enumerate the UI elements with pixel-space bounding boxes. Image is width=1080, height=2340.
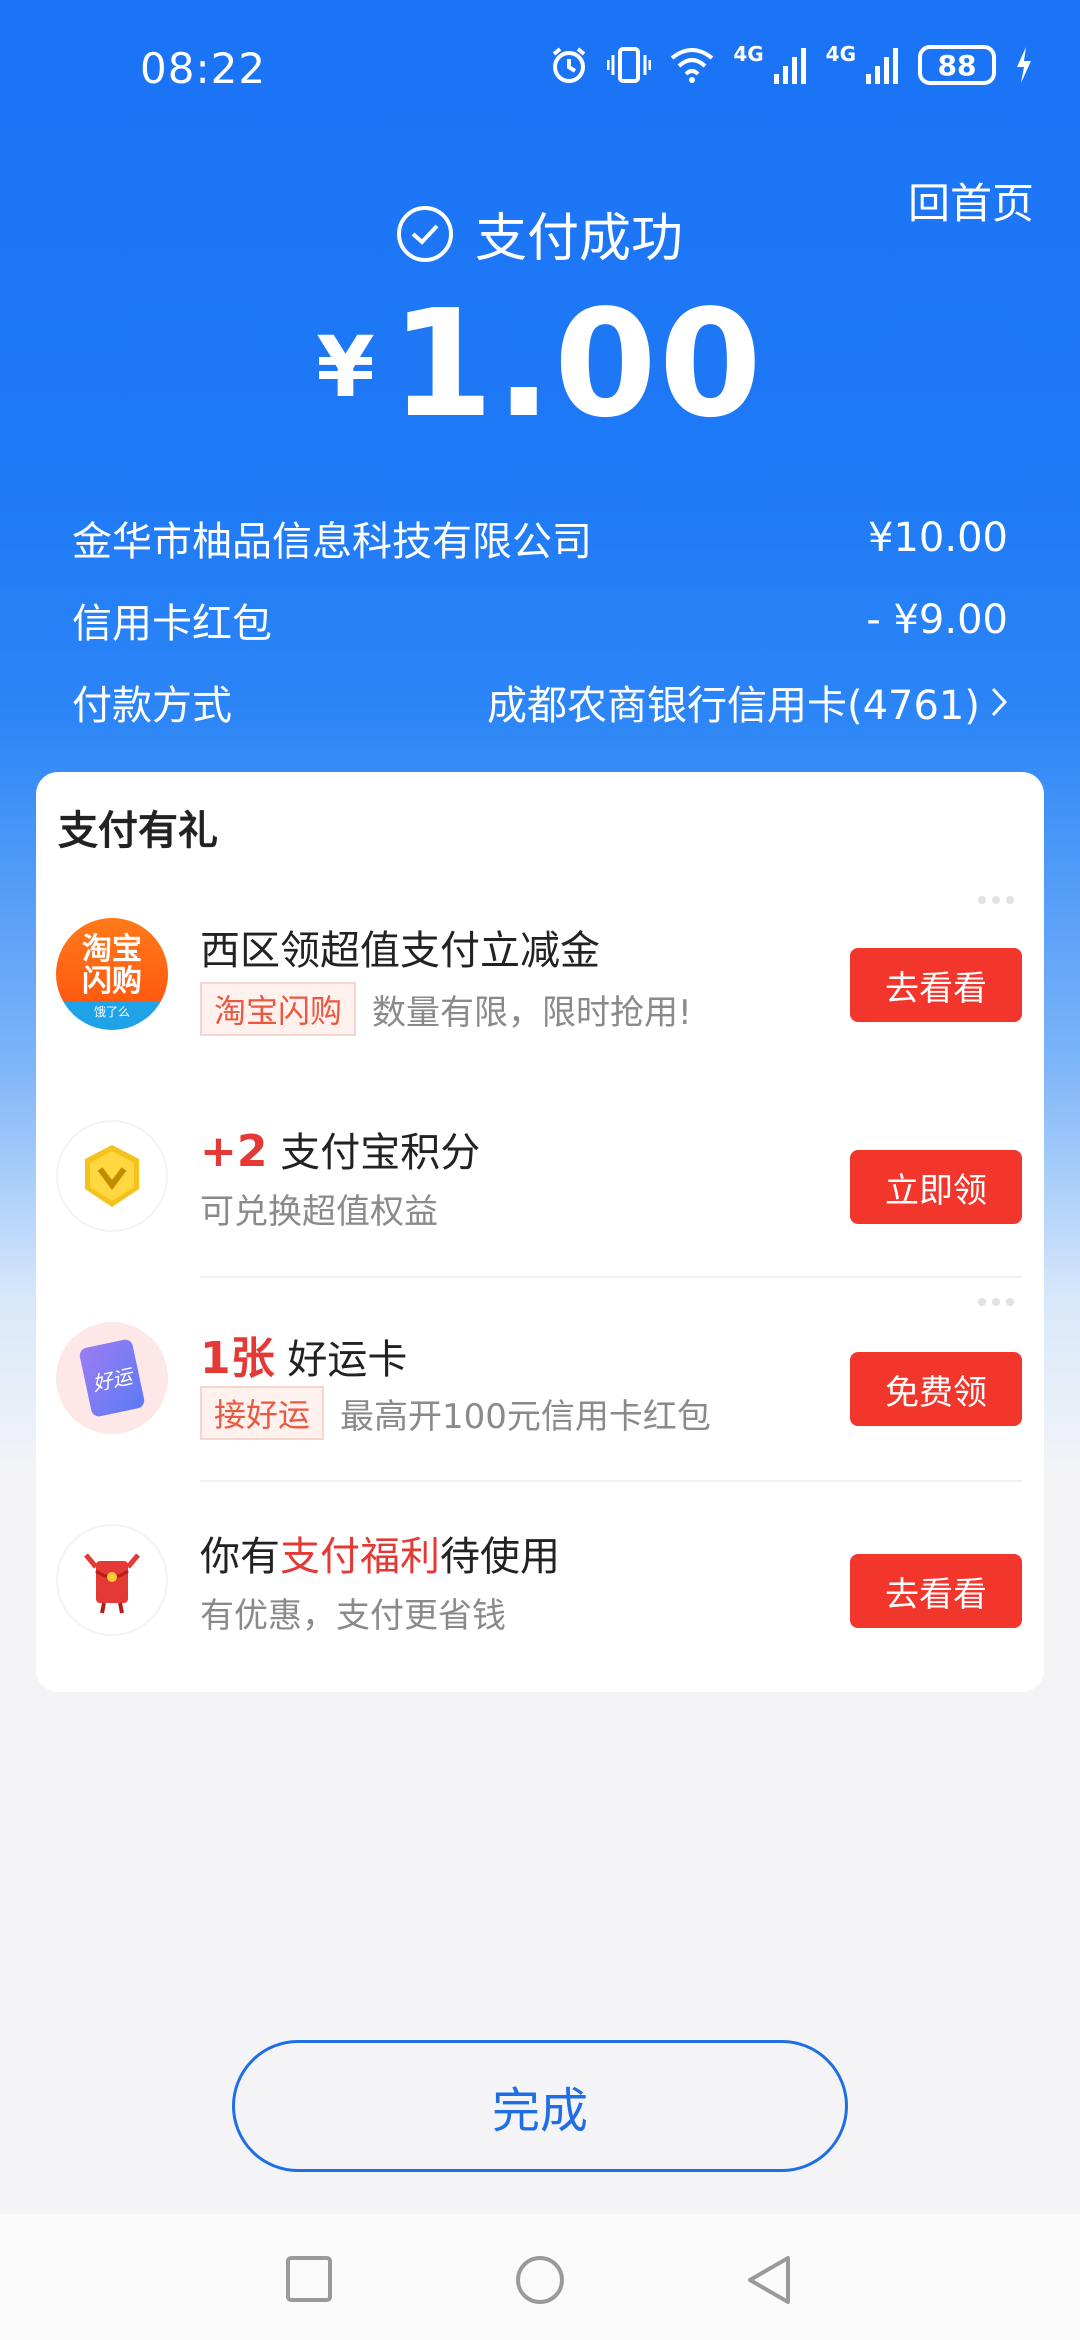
points-coin-logo: [56, 1120, 168, 1232]
reward-item-taobao: 淘宝 闪购 饿了么 西区领超值支付立减金 淘宝闪购 数量有限，限时抢用! 去看看: [36, 870, 1044, 1070]
card-icon: 好运: [78, 1338, 146, 1418]
amount-value: 1.00: [390, 278, 764, 450]
discount-value: - ¥9.00: [866, 597, 1008, 643]
reward-title: 西区领超值支付立减金: [200, 928, 600, 974]
reward-title-line: 你有支付福利待使用: [200, 1524, 560, 1582]
payment-method-value: 成都农商银行信用卡(4761): [486, 683, 980, 729]
payment-method-value-wrap: 成都农商银行信用卡(4761): [487, 673, 1008, 731]
reward-highlight: +2: [200, 1126, 268, 1177]
reward-desc: 数量有限，限时抢用!: [372, 992, 692, 1033]
reward-subline: 淘宝闪购 数量有限，限时抢用!: [200, 982, 692, 1036]
reward-desc: 最高开100元信用卡红包: [340, 1396, 711, 1437]
logo-text-line3: 饿了么: [93, 1005, 130, 1019]
go-see-button[interactable]: 去看看: [850, 948, 1022, 1022]
reward-title-line: +2 支付宝积分: [200, 1120, 480, 1178]
red-envelope-icon: [84, 1553, 140, 1614]
reward-subline: 接好运 最高开100元信用卡红包: [200, 1386, 711, 1440]
payment-method-label: 付款方式: [72, 683, 232, 729]
merchant-name: 金华市柚品信息科技有限公司: [72, 519, 592, 565]
reward-title: 好运卡: [287, 1337, 408, 1383]
recents-square-icon[interactable]: [284, 2254, 334, 2304]
check-circle-icon: [396, 205, 453, 262]
vibrate-icon: [607, 47, 652, 83]
logo-text-line2: 闪购: [82, 963, 142, 999]
reward-item-luck-card: 好运 1张 好运卡 接好运 最高开100元信用卡红包 免费领: [36, 1274, 1044, 1474]
status-bar: 08:22 4G 4G 88: [0, 0, 1080, 140]
reward-item-points: +2 支付宝积分 可兑换超值权益 立即领: [36, 1072, 1044, 1272]
reward-desc: 有优惠，支付更省钱: [200, 1596, 506, 1636]
wifi-icon: [671, 48, 714, 83]
alarm-icon: [553, 47, 586, 83]
reward-tag: 淘宝闪购: [200, 982, 357, 1036]
rewards-card: 支付有礼 淘宝 闪购 饿了么 西区领超值支付立减金 淘宝闪购 数量有限，限时抢用…: [36, 772, 1044, 1692]
status-time: 08:22: [140, 44, 267, 93]
reward-tag: 接好运: [200, 1386, 325, 1440]
payment-success-label: 支付成功: [474, 209, 683, 269]
reward-highlight: 1张: [200, 1333, 275, 1384]
signal-icon-2: [866, 48, 898, 84]
done-button[interactable]: 完成: [232, 2040, 848, 2172]
home-circle-icon[interactable]: [514, 2254, 566, 2306]
reward-title-line: 1张 好运卡: [200, 1322, 407, 1386]
signal-icon-1: [773, 48, 806, 84]
reward-item-benefits: 你有支付福利待使用 有优惠，支付更省钱 去看看: [36, 1476, 1044, 1676]
network-label-2: 4G: [825, 42, 856, 66]
rewards-title: 支付有礼: [58, 808, 218, 854]
reward-highlight: 支付福利: [280, 1534, 440, 1580]
luck-card-logo: 好运: [56, 1322, 168, 1434]
reward-title: 支付宝积分: [280, 1130, 481, 1176]
payment-method-row[interactable]: 付款方式 成都农商银行信用卡(4761): [72, 672, 1008, 732]
currency-symbol: ¥: [316, 318, 375, 416]
reward-title-post: 待使用: [440, 1534, 560, 1580]
reward-title-pre: 你有: [200, 1534, 280, 1580]
taobao-flash-logo: 淘宝 闪购 饿了么: [56, 918, 168, 1030]
coin-v-icon: [85, 1145, 139, 1207]
claim-now-button[interactable]: 立即领: [850, 1150, 1022, 1224]
status-icons: 4G 4G 88: [549, 44, 1034, 86]
system-nav-bar: [0, 2214, 1080, 2340]
charging-icon: [1017, 47, 1031, 83]
go-see-button[interactable]: 去看看: [850, 1554, 1022, 1628]
discount-row: 信用卡红包 - ¥9.00: [72, 590, 1008, 650]
reward-desc: 可兑换超值权益: [200, 1192, 438, 1232]
chevron-right-icon: [991, 687, 1008, 717]
battery-indicator: 88: [918, 45, 996, 85]
red-envelope-logo: [56, 1524, 168, 1636]
claim-free-button[interactable]: 免费领: [850, 1352, 1022, 1426]
card-icon-text: 好运: [90, 1363, 135, 1396]
merchant-row: 金华市柚品信息科技有限公司 ¥10.00: [72, 508, 1008, 568]
discount-label: 信用卡红包: [72, 601, 272, 647]
back-triangle-icon[interactable]: [744, 2254, 794, 2306]
network-label-1: 4G: [733, 42, 764, 66]
logo-text-line1: 淘宝: [82, 932, 142, 967]
original-price: ¥10.00: [868, 515, 1008, 561]
payment-success-row: 支付成功: [0, 196, 1080, 271]
paid-amount: ¥ 1.00: [0, 290, 1080, 438]
